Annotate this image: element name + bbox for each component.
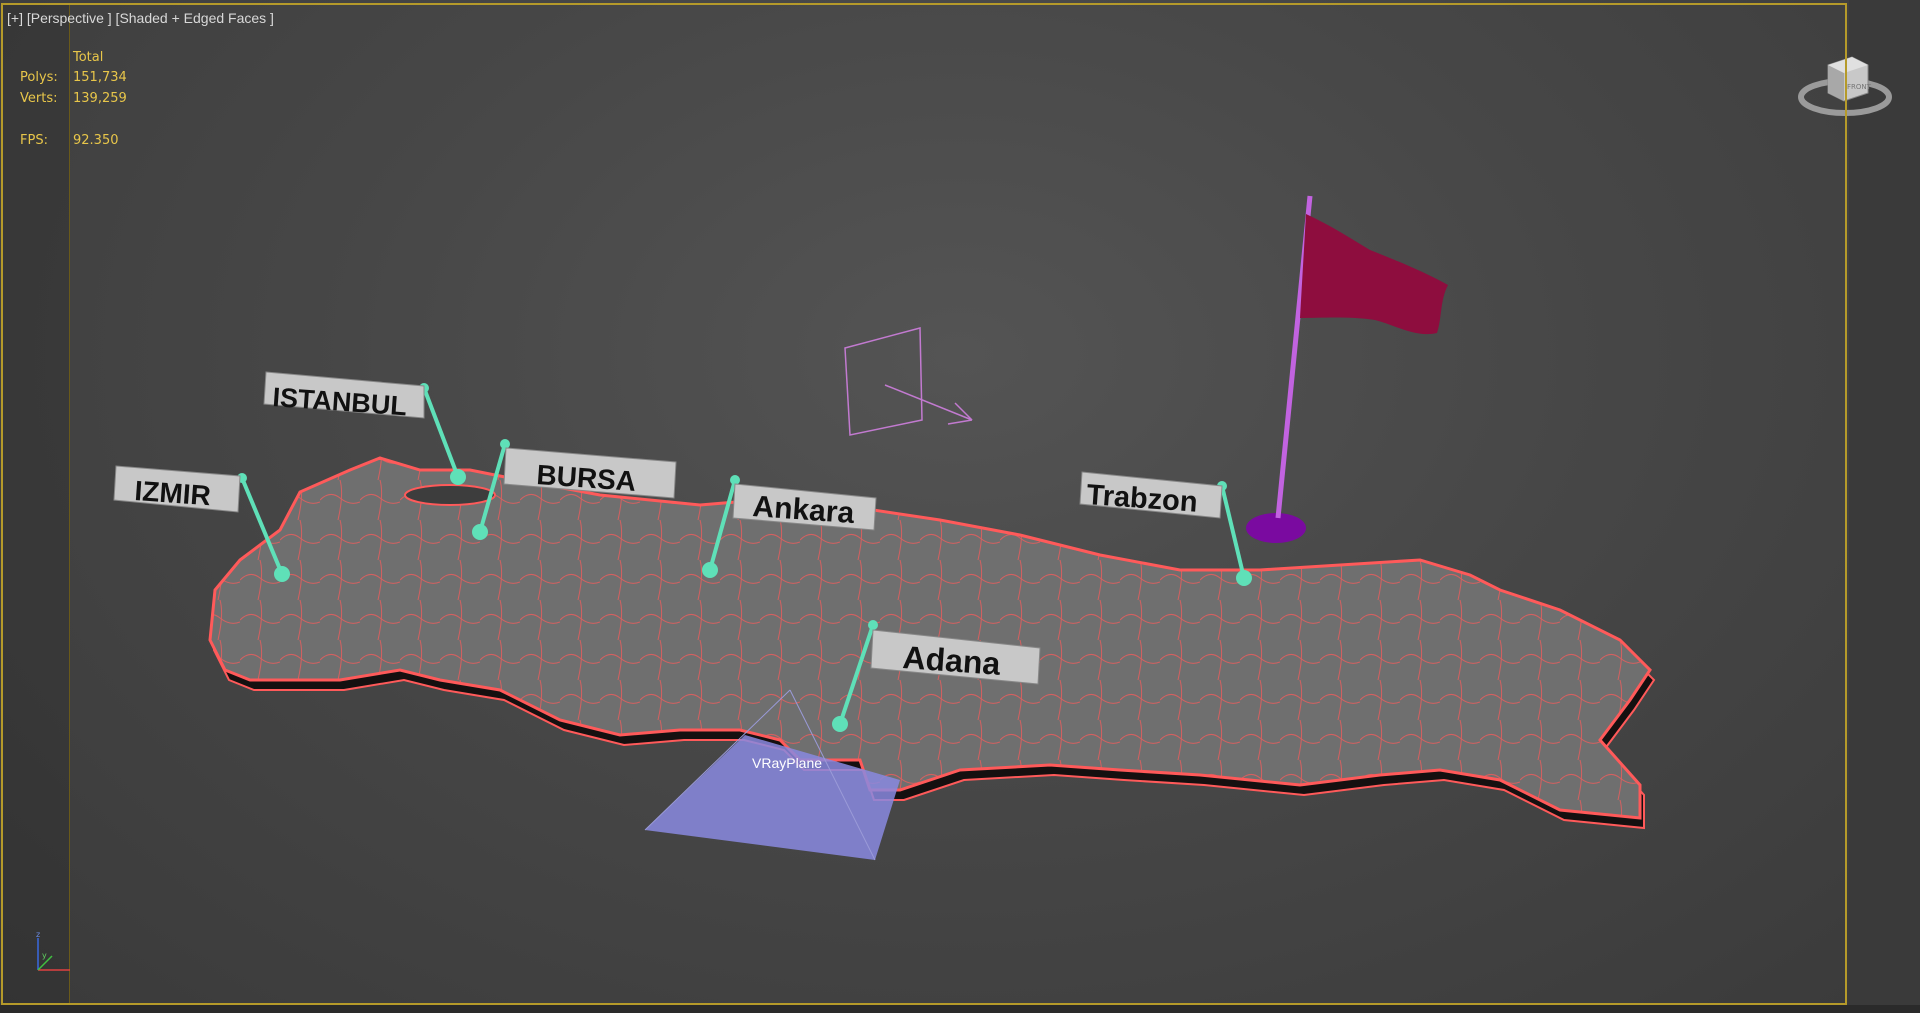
svg-text:y: y	[42, 951, 47, 960]
fps-label: FPS:	[20, 133, 48, 148]
svg-text:FRONT: FRONT	[1847, 83, 1872, 91]
camera-icon[interactable]	[844, 327, 973, 436]
svg-text:Trabzon: Trabzon	[1086, 479, 1199, 519]
city-label-trabzon[interactable]: Trabzon	[1079, 471, 1223, 519]
scene-3d[interactable]: VRayPlane IZMIR ISTANBUL BURSA Ankara Tr…	[0, 0, 1920, 1013]
polys-label: Polys:	[20, 70, 58, 85]
fps-value: 92.350	[73, 133, 119, 148]
bottom-bar	[0, 1005, 1920, 1013]
viewport-label[interactable]: [+] [Perspective ] [Shaded + Edged Faces…	[7, 10, 274, 26]
flag-cloth[interactable]	[1300, 214, 1448, 335]
verts-label: Verts:	[20, 91, 58, 106]
city-label-istanbul[interactable]: ISTANBUL	[263, 371, 425, 421]
polys-value: 151,734	[73, 70, 127, 85]
marmara-sea	[404, 484, 496, 506]
verts-value: 139,259	[73, 91, 127, 106]
city-label-ankara[interactable]: Ankara	[732, 483, 877, 531]
vray-plane-label: VRayPlane	[752, 755, 822, 771]
perspective-viewport[interactable]: VRayPlane IZMIR ISTANBUL BURSA Ankara Tr…	[0, 0, 1920, 1013]
axis-tripod-icon: z y	[36, 930, 70, 971]
svg-text:IZMIR: IZMIR	[134, 475, 212, 511]
svg-text:Adana: Adana	[902, 639, 1002, 682]
viewcube-icon[interactable]: FRONT	[1790, 45, 1900, 135]
stats-total-header: Total	[73, 50, 104, 65]
svg-text:z: z	[36, 930, 40, 939]
city-label-izmir[interactable]: IZMIR	[113, 465, 241, 513]
